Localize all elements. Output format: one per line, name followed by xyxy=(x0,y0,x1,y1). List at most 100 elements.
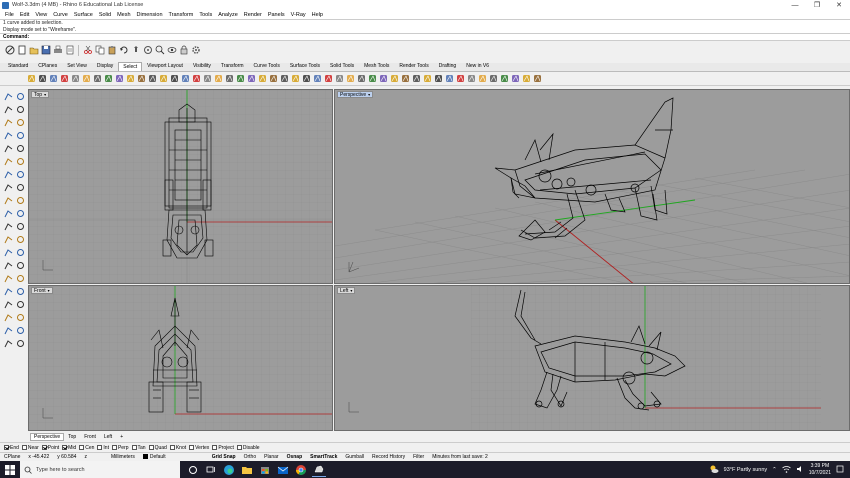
select-groups-icon[interactable] xyxy=(323,74,333,84)
freeform-curve-icon[interactable] xyxy=(15,117,26,128)
select-ellipses-icon[interactable] xyxy=(433,74,443,84)
tab-mesh-tools[interactable]: Mesh Tools xyxy=(359,61,394,71)
osnap-perp[interactable]: Perp xyxy=(111,445,129,451)
record-history-toggle[interactable]: Record History xyxy=(368,454,409,460)
select-all-icon[interactable] xyxy=(4,45,15,56)
select-hatches-icon[interactable] xyxy=(180,74,190,84)
osnap-checkbox[interactable] xyxy=(131,445,137,450)
menu-render[interactable]: Render xyxy=(241,12,265,18)
select-last-icon[interactable] xyxy=(59,74,69,84)
notifications-icon[interactable] xyxy=(836,465,844,475)
box-icon[interactable] xyxy=(3,182,14,193)
osnap-checkbox[interactable] xyxy=(62,445,68,450)
select-named-icon[interactable] xyxy=(455,74,465,84)
select-viewport-icon[interactable] xyxy=(356,74,366,84)
minimize-button[interactable]: — xyxy=(784,0,806,10)
menu-panels[interactable]: Panels xyxy=(265,12,288,18)
mirror-icon[interactable] xyxy=(15,247,26,258)
viewport-menu-caret-icon[interactable]: ▾ xyxy=(44,92,46,98)
viewport-tab-top[interactable]: Top xyxy=(64,433,80,441)
chrome-icon[interactable] xyxy=(294,463,308,477)
menu-surface[interactable]: Surface xyxy=(71,12,96,18)
select-extrusions-icon[interactable] xyxy=(290,74,300,84)
filter-toggle[interactable]: Filter xyxy=(409,454,428,460)
tab-viewport-layout[interactable]: Viewport Layout xyxy=(142,61,188,71)
maximize-button[interactable]: ❐ xyxy=(806,0,828,10)
network-icon[interactable] xyxy=(782,465,791,475)
planar-toggle[interactable]: Planar xyxy=(260,454,282,460)
sphere-icon[interactable] xyxy=(15,182,26,193)
select-filter-icon[interactable] xyxy=(466,74,476,84)
system-clock[interactable]: 3:39 PM 10/7/2021 xyxy=(809,463,831,476)
hide-objects-icon[interactable] xyxy=(166,45,177,56)
text-icon[interactable] xyxy=(3,299,14,310)
taskbar-search-box[interactable]: Type here to search xyxy=(20,461,180,478)
cortana-icon[interactable] xyxy=(186,463,200,477)
select-polylines-icon[interactable] xyxy=(103,74,113,84)
paste-icon[interactable] xyxy=(106,45,117,56)
select-edges-icon[interactable] xyxy=(279,74,289,84)
select-text-icon[interactable] xyxy=(532,74,542,84)
select-surfaces-icon[interactable] xyxy=(114,74,124,84)
tray-overflow-icon[interactable]: ⌃ xyxy=(772,467,777,473)
zoom-extents-icon[interactable] xyxy=(154,45,165,56)
menu-vray[interactable]: V-Ray xyxy=(288,12,309,18)
add-viewport-tab-button[interactable]: + xyxy=(116,433,127,441)
menu-solid[interactable]: Solid xyxy=(96,12,114,18)
block-icon[interactable] xyxy=(3,312,14,323)
tab-cplanes[interactable]: CPlanes xyxy=(33,61,62,71)
close-button[interactable]: ✕ xyxy=(828,0,850,10)
select-by-layer-icon[interactable] xyxy=(213,74,223,84)
tab-set-view[interactable]: Set View xyxy=(62,61,92,71)
select-planar-icon[interactable] xyxy=(444,74,454,84)
menu-mesh[interactable]: Mesh xyxy=(114,12,133,18)
current-layer[interactable]: Default xyxy=(139,454,170,460)
hatch-icon[interactable] xyxy=(15,312,26,323)
select-by-color-icon[interactable] xyxy=(202,74,212,84)
units-display[interactable]: Millimeters xyxy=(107,454,139,460)
viewport-label-perspective[interactable]: Perspective ▾ xyxy=(337,91,374,98)
polygon-icon[interactable] xyxy=(15,143,26,154)
osnap-disable[interactable]: Disable xyxy=(236,445,260,451)
select-circles-icon[interactable] xyxy=(422,74,432,84)
mesh-icon[interactable] xyxy=(15,221,26,232)
menu-edit[interactable]: Edit xyxy=(17,12,32,18)
osnap-cen[interactable]: Cen xyxy=(79,445,94,451)
select-points-icon[interactable] xyxy=(81,74,91,84)
osnap-tan[interactable]: Tan xyxy=(131,445,146,451)
tab-visibility[interactable]: Visibility xyxy=(188,61,216,71)
lock-icon[interactable] xyxy=(178,45,189,56)
select-arrow-icon[interactable] xyxy=(3,91,14,102)
menu-analyze[interactable]: Analyze xyxy=(215,12,241,18)
osnap-near[interactable]: Near xyxy=(21,445,39,451)
select-history-icon[interactable] xyxy=(378,74,388,84)
grid-snap-toggle[interactable]: Grid Snap xyxy=(208,454,240,460)
ortho-toggle[interactable]: Ortho xyxy=(240,454,261,460)
cut-icon[interactable] xyxy=(82,45,93,56)
osnap-mid[interactable]: Mid xyxy=(62,445,76,451)
osnap-checkbox[interactable] xyxy=(169,445,175,450)
task-view-icon[interactable] xyxy=(204,463,218,477)
viewport-perspective[interactable]: Perspective ▾ xyxy=(334,89,850,284)
osnap-quad[interactable]: Quad xyxy=(148,445,167,451)
tab-curve-tools[interactable]: Curve Tools xyxy=(249,61,285,71)
array-icon[interactable] xyxy=(3,260,14,271)
osnap-checkbox[interactable] xyxy=(21,445,27,450)
circle-icon[interactable] xyxy=(15,130,26,141)
select-lights-icon[interactable] xyxy=(147,74,157,84)
viewport-front[interactable]: Front ▾ xyxy=(28,285,333,431)
line-icon[interactable] xyxy=(15,104,26,115)
osnap-checkbox[interactable] xyxy=(41,445,47,450)
osnap-knot[interactable]: Knot xyxy=(169,445,186,451)
osnap-point[interactable]: Point xyxy=(41,445,59,451)
weather-icon[interactable] xyxy=(709,464,719,476)
invert-selection-icon[interactable] xyxy=(48,74,58,84)
join-icon[interactable] xyxy=(15,260,26,271)
group-icon[interactable] xyxy=(15,286,26,297)
viewport-tab-perspective[interactable]: Perspective xyxy=(30,432,65,441)
rotate-view-icon[interactable] xyxy=(142,45,153,56)
offset-curve-icon[interactable] xyxy=(3,169,14,180)
select-crossing-icon[interactable] xyxy=(488,74,498,84)
polyline-icon[interactable] xyxy=(3,104,14,115)
cylinder-icon[interactable] xyxy=(15,195,26,206)
